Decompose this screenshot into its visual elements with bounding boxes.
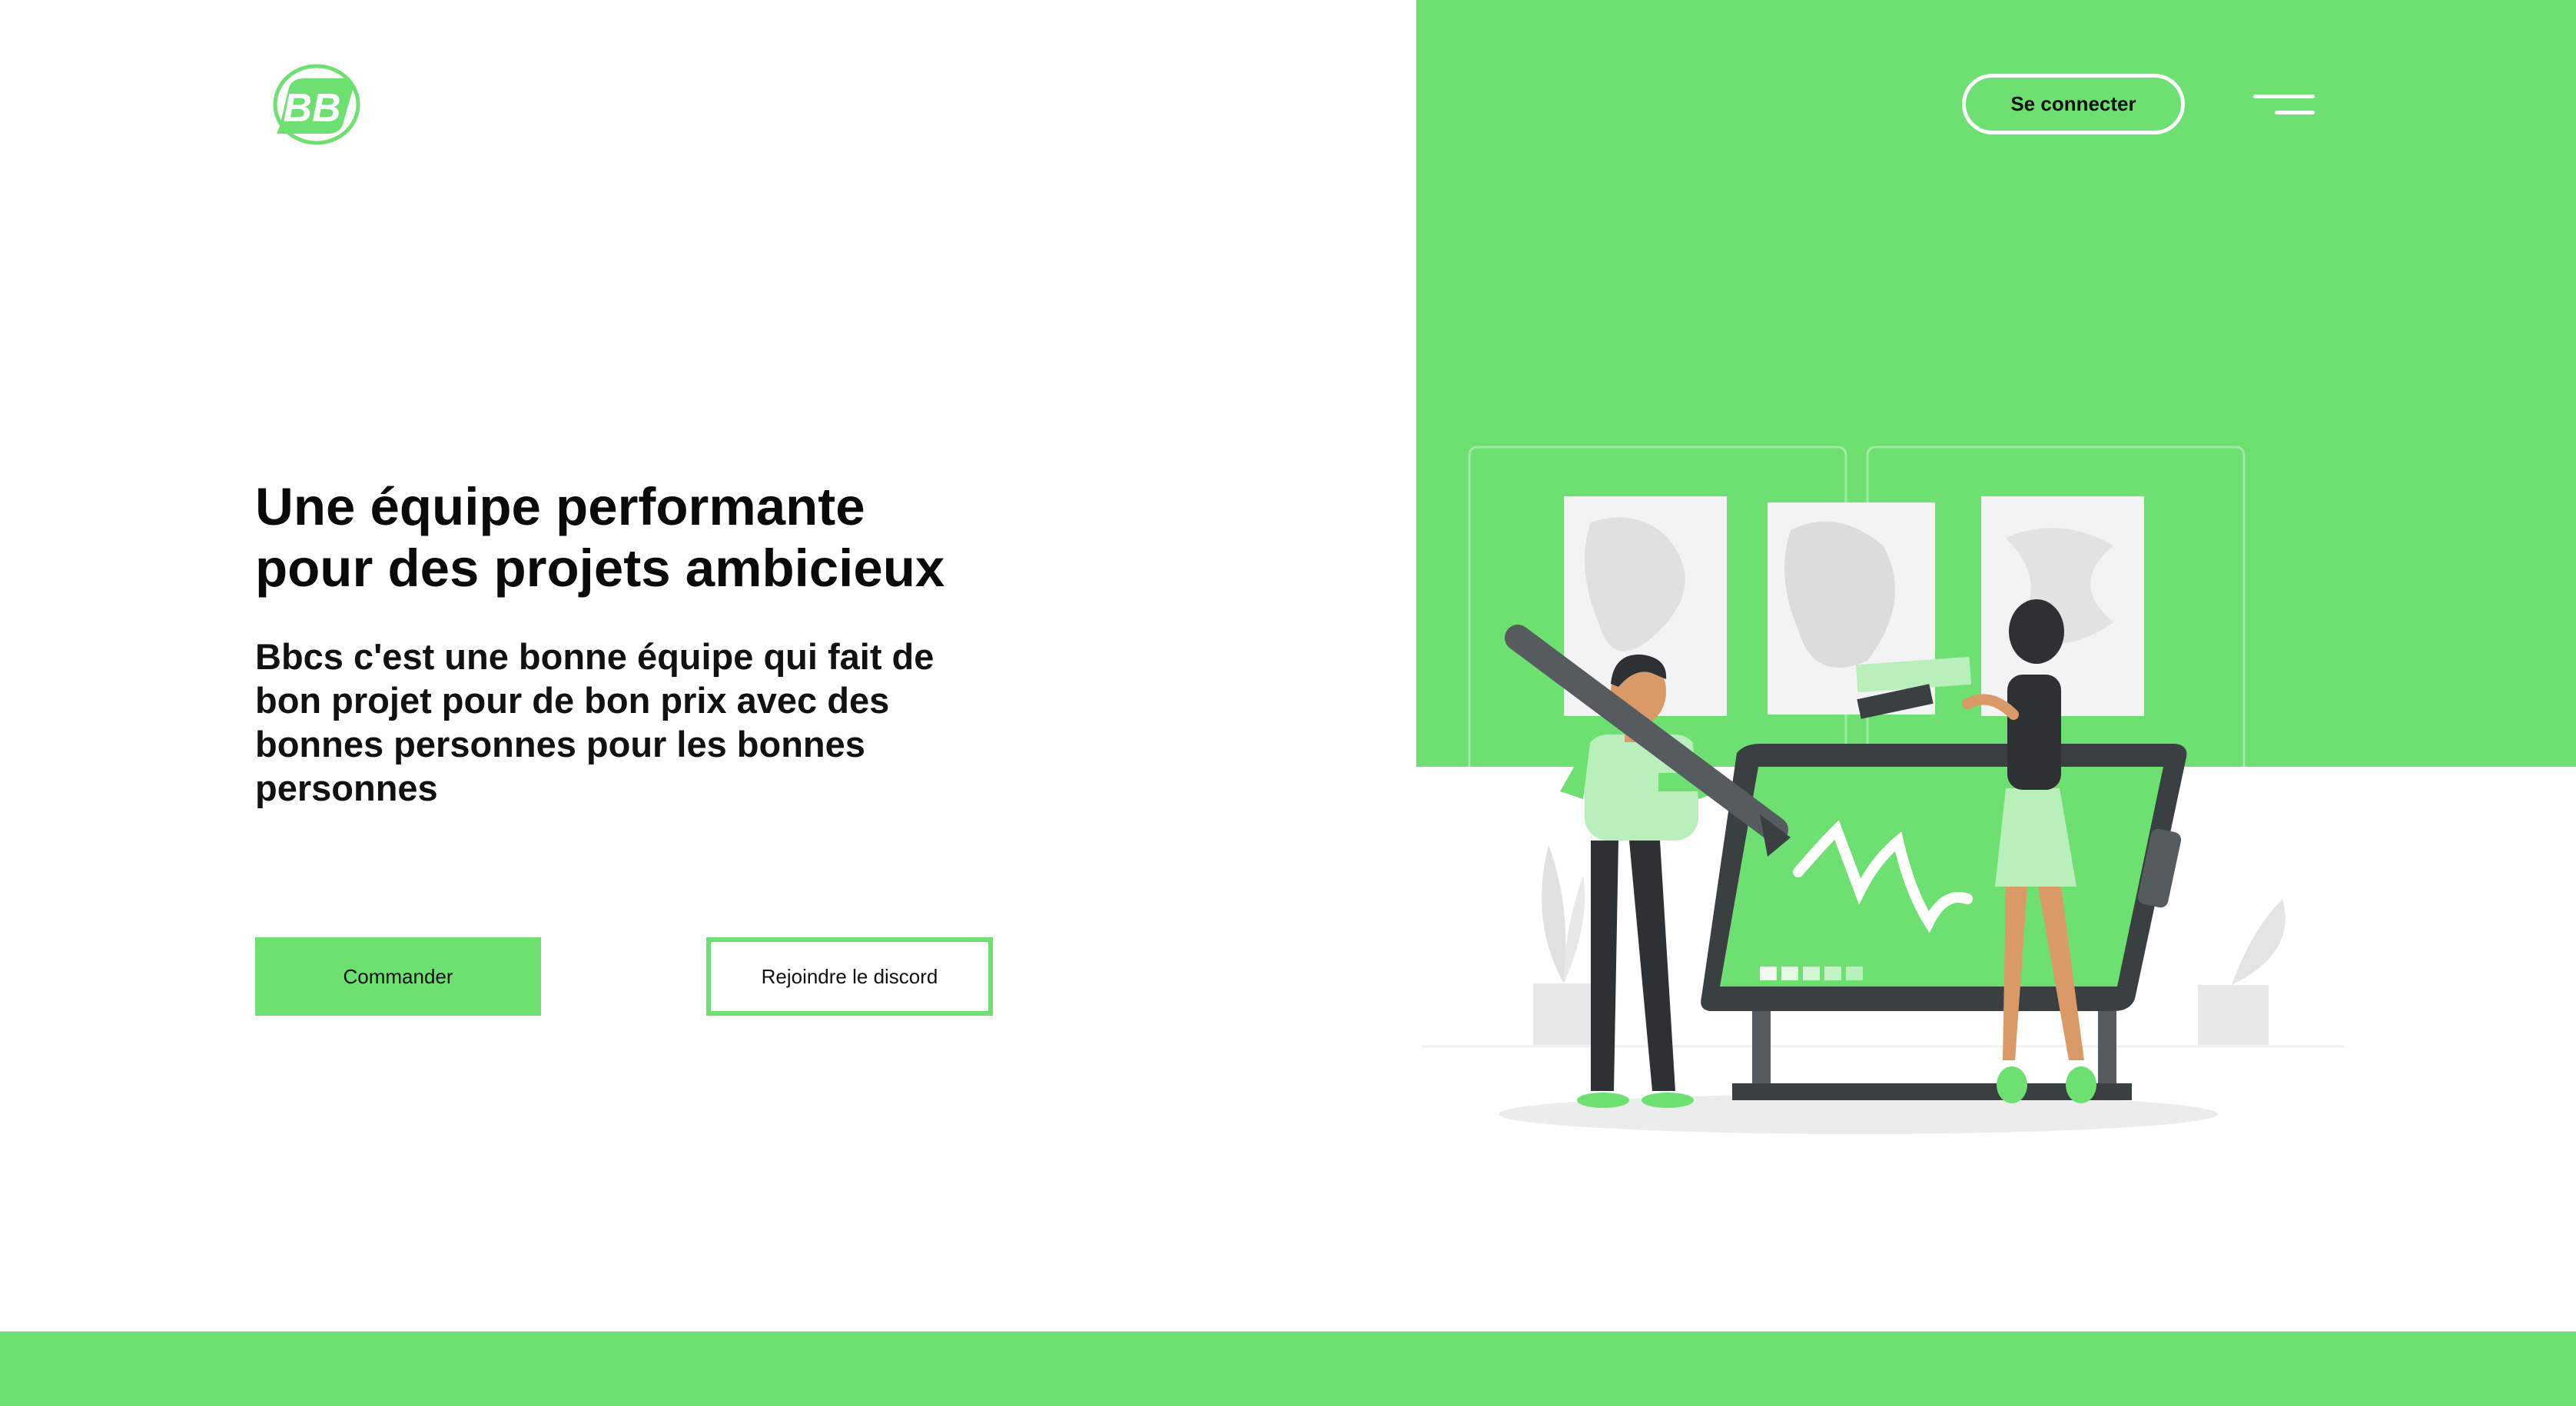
menu-line xyxy=(2275,111,2315,114)
menu-line xyxy=(2253,95,2315,98)
hero-title-line: Une équipe performante xyxy=(255,477,865,536)
hero-description-line: bon projet pour de bon prix avec des xyxy=(255,680,890,721)
hero-title-line: pour des projets ambicieux xyxy=(255,539,945,598)
join-discord-button[interactable]: Rejoindre le discord xyxy=(706,937,993,1016)
hero-description: Bbcs c'est une bonne équipe qui fait de … xyxy=(255,635,1008,810)
hero-title: Une équipe performante pour des projets … xyxy=(255,476,1024,599)
order-button[interactable]: Commander xyxy=(255,937,541,1016)
designers-illustration xyxy=(1422,446,2344,1134)
hamburger-menu-icon[interactable] xyxy=(2252,91,2315,121)
logo-icon[interactable]: BB xyxy=(266,61,361,148)
hero-description-line: bonnes personnes pour les bonnes xyxy=(255,724,865,764)
hero-description-line: Bbcs c'est une bonne équipe qui fait de xyxy=(255,636,934,677)
footer-band xyxy=(0,1331,2576,1406)
hero-description-line: personnes xyxy=(255,768,438,808)
svg-text:BB: BB xyxy=(283,86,340,131)
login-button[interactable]: Se connecter xyxy=(1962,74,2185,134)
